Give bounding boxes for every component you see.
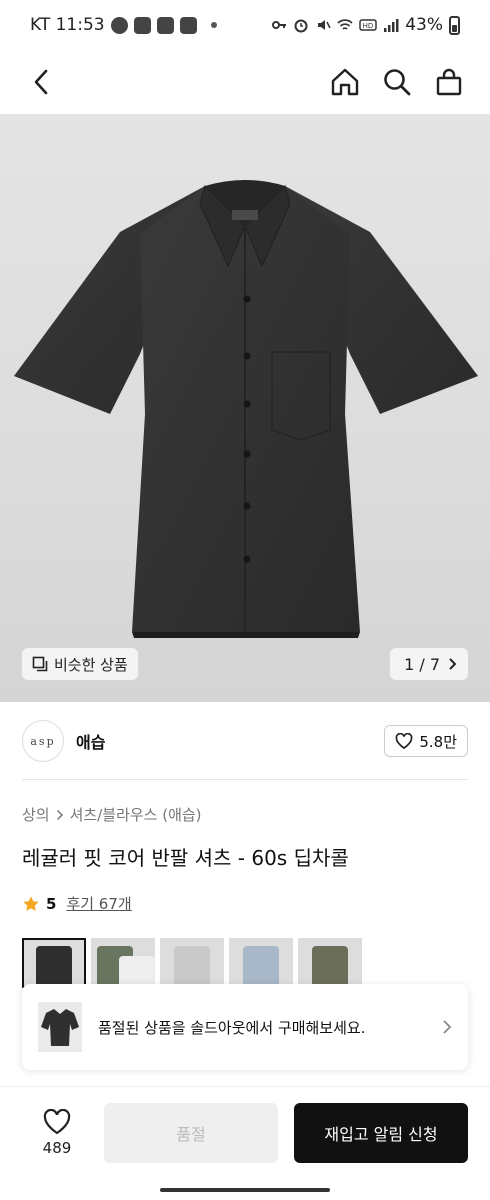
soldout-button: 품절: [104, 1102, 278, 1163]
brand-logo[interactable]: asp: [22, 720, 64, 762]
brand-name[interactable]: 애습: [76, 729, 105, 753]
restock-alert-button[interactable]: 재입고 알림 신청: [294, 1102, 468, 1163]
brand-row: asp 애습 5.8만: [22, 718, 468, 764]
mute-icon: [318, 20, 331, 30]
star-icon: [23, 895, 39, 911]
breadcrumb-item[interactable]: 셔츠/블라우스 (애습): [70, 804, 202, 825]
home-indicator[interactable]: [160, 1188, 330, 1192]
status-bar: KT 11:53 HD 43%: [0, 0, 490, 50]
chevron-right-icon: [56, 809, 63, 820]
back-button[interactable]: [24, 65, 58, 99]
color-thumbnail[interactable]: [160, 938, 224, 988]
color-thumbnail[interactable]: [91, 938, 155, 988]
image-pager[interactable]: 1 / 7: [390, 648, 468, 680]
brand-like-count: 5.8만: [419, 732, 457, 751]
system-nav-bar: [0, 1178, 490, 1200]
cart-button[interactable]: [432, 65, 466, 99]
alarm-icon: [294, 19, 308, 33]
product-title: 레귤러 핏 코어 반팔 셔츠 - 60s 딥차콜: [22, 846, 349, 870]
status-time: KT 11:53: [30, 15, 105, 35]
divider: [22, 779, 468, 780]
svg-text:HD: HD: [363, 22, 374, 30]
color-thumbnail[interactable]: [229, 938, 293, 988]
purchase-bar: 489 품절 재입고 알림 신청: [0, 1086, 490, 1178]
soldout-banner[interactable]: 품절된 상품을 솔드아웃에서 구매해보세요.: [22, 984, 468, 1070]
heart-icon: [43, 1108, 71, 1134]
pager-text: 1 / 7: [404, 654, 440, 674]
heart-icon: [395, 733, 413, 749]
home-icon: [331, 68, 359, 96]
product-image[interactable]: [0, 114, 490, 702]
signal-icon: [384, 19, 399, 32]
breadcrumb: 상의 셔츠/블라우스 (애습): [22, 804, 202, 825]
battery-percent: 43%: [405, 15, 443, 35]
search-icon: [384, 69, 411, 96]
talk-icon: [110, 16, 128, 34]
home-button[interactable]: [328, 65, 362, 99]
shirt-thumbnail-image: [41, 1009, 79, 1046]
rating-score: 5: [46, 894, 57, 913]
back-arrow-icon: [34, 69, 48, 95]
similar-products-button[interactable]: 비슷한 상품: [22, 648, 138, 680]
shopping-bag-icon: [436, 68, 462, 96]
breadcrumb-item[interactable]: 상의: [22, 804, 50, 825]
rating-row: 5 후기 67개: [22, 893, 132, 914]
wishlist-button[interactable]: 489: [22, 1108, 92, 1157]
color-thumbnail[interactable]: [298, 938, 362, 988]
hd-icon: HD: [359, 19, 377, 31]
search-button[interactable]: [380, 65, 414, 99]
wishlist-count: 489: [42, 1138, 72, 1157]
shirt-image: [14, 180, 478, 638]
game-icon: [133, 16, 151, 34]
similar-label: 비슷한 상품: [54, 655, 128, 674]
wifi-icon: [337, 19, 353, 30]
color-thumbnail[interactable]: [22, 938, 86, 988]
similar-icon: [32, 656, 48, 672]
game-icon: [156, 16, 174, 34]
color-thumbnails: [22, 938, 362, 988]
app-header: [0, 50, 490, 114]
chevron-right-icon: [443, 1020, 452, 1034]
brand-logo-text: asp: [30, 734, 56, 748]
chevron-right-icon: [449, 658, 457, 670]
soldout-message: 품절된 상품을 솔드아웃에서 구매해보세요.: [98, 1018, 366, 1037]
banner-product-thumbnail: [38, 1002, 82, 1052]
naver-icon: [179, 16, 197, 34]
battery-icon: [449, 15, 460, 35]
key-icon: [272, 21, 287, 29]
brand-like-button[interactable]: 5.8만: [384, 725, 468, 757]
more-notifications-icon: [210, 22, 217, 28]
review-link[interactable]: 후기 67개: [66, 893, 131, 914]
